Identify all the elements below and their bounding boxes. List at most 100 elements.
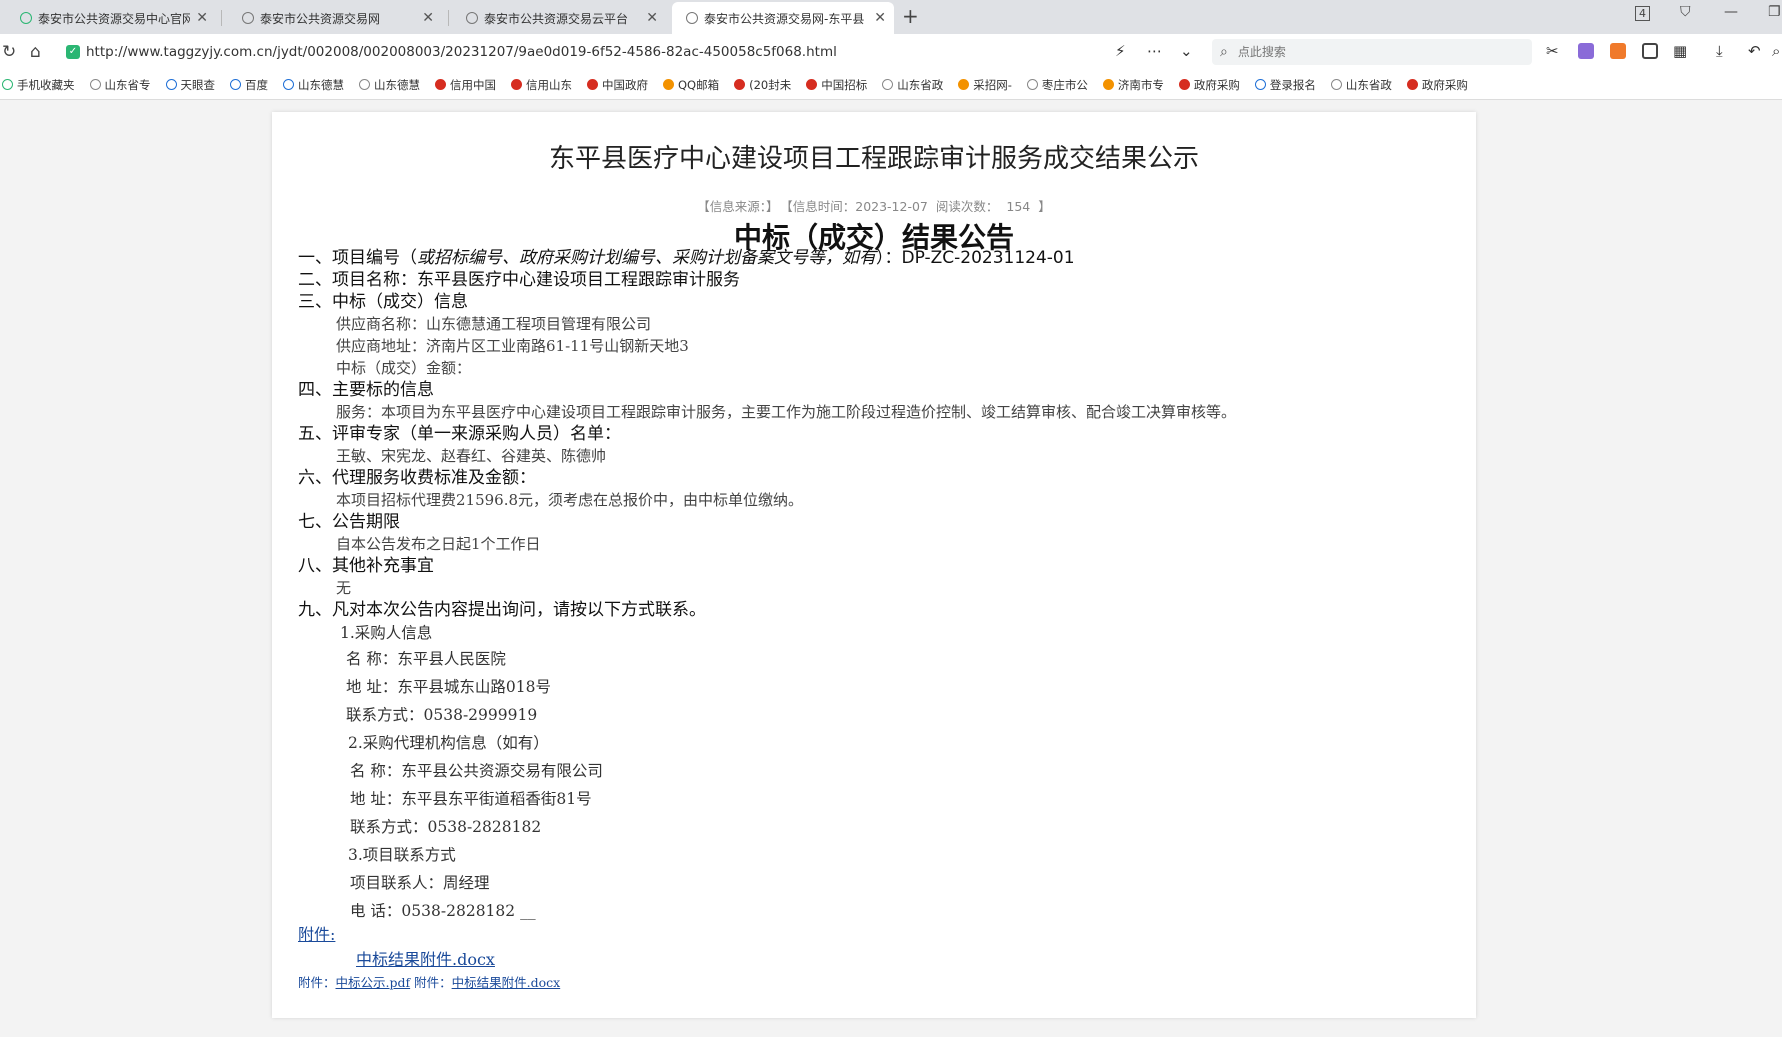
search-box[interactable]: ⌕ [1212, 39, 1532, 65]
attachment-footer-label: 附件： [414, 975, 452, 990]
url-field[interactable]: ✓ http://www.taggzyjy.com.cn/jydt/002008… [66, 39, 1214, 65]
bookmark-item[interactable]: 政府采购 [1406, 77, 1468, 93]
bookmark-item[interactable]: 济南市专 [1102, 77, 1164, 93]
globe-icon [89, 79, 101, 90]
qq-mail-icon [663, 79, 674, 90]
lightning-icon[interactable]: ⚡ [1115, 42, 1126, 60]
toolbar-overflow-icon[interactable]: ⌕ [1772, 42, 1780, 60]
bookmark-label: 中国政府 [602, 77, 648, 92]
bookmark-label: 政府采购 [1421, 77, 1468, 92]
extension-purple-icon[interactable] [1578, 43, 1594, 59]
globe-icon [359, 79, 370, 90]
bookmark-label: 中国招标 [821, 77, 868, 92]
bookmark-item[interactable]: 山东省政 [882, 77, 943, 93]
screen-icon[interactable] [1642, 43, 1658, 59]
purchaser-name: 名 称：东平县人民医院 [346, 650, 506, 668]
attachment-label: 附件: [298, 925, 336, 944]
more-icon[interactable]: ⋯ [1147, 42, 1162, 60]
bookmark-item[interactable]: 登录报名 [1254, 77, 1316, 93]
globe-icon [1330, 79, 1342, 90]
bid-icon [806, 79, 818, 90]
refresh-icon[interactable]: ↻ [2, 42, 16, 62]
login-icon [1254, 79, 1266, 90]
section-contact: 九、凡对本次公告内容提出询问，请按以下方式联系。 [298, 600, 706, 620]
tab-2[interactable]: 泰安市公共资源交易网 ✕ [228, 2, 442, 34]
bookmark-item[interactable]: 政府采购 [1178, 77, 1240, 93]
tab-divider [221, 10, 222, 26]
scissors-icon[interactable]: ✂ [1546, 42, 1559, 60]
bookmark-item[interactable]: 信用中国 [435, 77, 496, 93]
globe-icon [686, 12, 698, 24]
home-icon[interactable]: ⌂ [30, 42, 41, 62]
chevron-down-icon[interactable]: ⌄ [1180, 42, 1193, 60]
article-meta: 【信息来源：】 【信息时间：2023-12-07 阅读次数： 154 】 [272, 196, 1476, 215]
bookmark-item[interactable]: 山东省政 [1330, 77, 1392, 93]
bookmark-item[interactable]: 山东省专 [89, 77, 151, 93]
tab-1[interactable]: 泰安市公共资源交易中心官网_ ✕ [6, 2, 216, 34]
bookmark-label: 山东德慧 [298, 77, 344, 92]
bookmark-item[interactable]: 采招网- [958, 77, 1012, 93]
search-input[interactable] [1235, 44, 1500, 60]
globe-icon [242, 12, 254, 24]
section-other-matters: 八、其他补充事宜 [298, 556, 434, 576]
attachment-footer-label: 附件： [298, 975, 336, 990]
shirt-skin-icon[interactable]: ⛉ [1680, 4, 1691, 20]
section-project-number: 一、项目编号（或招标编号、政府采购计划编号、采购计划备案文号等，如有）：DP-Z… [298, 247, 1458, 269]
bookmark-label: 枣庄市公 [1041, 77, 1088, 92]
meta-end: 】 [1038, 199, 1051, 214]
section-agency-fee: 六、代理服务收费标准及金额： [298, 468, 536, 488]
address-bar: ↻ ⌂ ✓ http://www.taggzyjy.com.cn/jydt/00… [0, 34, 1782, 70]
bookmark-label: 手机收藏夹 [17, 77, 75, 92]
tab-title: 泰安市公共资源交易网-东平县 [704, 11, 865, 26]
agency-name: 名 称：东平县公共资源交易有限公司 [350, 762, 603, 780]
agency-title: 2.采购代理机构信息（如有） [348, 734, 549, 752]
bookmark-item[interactable]: 信用山东 [511, 77, 572, 93]
extension-orange-icon[interactable] [1610, 43, 1626, 59]
bookmark-item[interactable]: 手机收藏夹 [2, 77, 75, 93]
minimize-icon[interactable]: — [1724, 4, 1738, 20]
download-icon[interactable]: ⤓ [1716, 42, 1723, 60]
text: 一、项目编号（ [298, 248, 417, 268]
emblem-icon [587, 79, 598, 90]
close-tab-icon[interactable]: ✕ [874, 10, 886, 26]
emblem-icon [511, 79, 522, 90]
restore-icon[interactable]: ❐ [1768, 4, 1781, 20]
bookmark-item[interactable]: 山东德慧 [283, 77, 344, 93]
expert-names: 王敏、宋宪龙、赵春红、谷建英、陈德帅 [336, 447, 607, 465]
meta-read-count: 154 [1006, 199, 1031, 214]
bookmark-item[interactable]: 中国政府 [587, 77, 648, 93]
close-tab-icon[interactable]: ✕ [422, 10, 434, 26]
announcement-body: 一、项目编号（或招标编号、政府采购计划编号、采购计划备案文号等，如有）：DP-Z… [298, 247, 1458, 993]
bookmark-item[interactable]: 中国招标 [806, 77, 867, 93]
site-favicon-icon [20, 12, 32, 24]
close-tab-icon[interactable]: ✕ [646, 10, 658, 26]
bookmark-label: 政府采购 [1193, 77, 1240, 92]
bookmark-item[interactable]: QQ邮箱 [663, 77, 719, 93]
undo-icon[interactable]: ↶ [1748, 42, 1761, 60]
tab-count-badge[interactable]: 4 [1635, 6, 1650, 21]
tab-3[interactable]: 泰安市公共资源交易云平台 ✕ [452, 2, 666, 34]
apps-grid-icon[interactable]: ▦ [1673, 42, 1687, 60]
bookmark-item[interactable]: 天眼查 [165, 77, 215, 93]
purchaser-address: 地 址：东平县城东山路018号 [346, 678, 552, 696]
attachment-docx-link-2[interactable]: 中标结果附件.docx [452, 975, 561, 990]
bookmark-label: 山东德慧 [374, 77, 420, 92]
bookmark-label: 信用山东 [526, 77, 572, 92]
close-tab-icon[interactable]: ✕ [196, 10, 208, 26]
bookmarks-bar: 手机收藏夹 山东省专 天眼查 百度 山东德慧 山东德慧 信用中国 信用山东 中国… [0, 70, 1782, 100]
attachment-pdf-link[interactable]: 中标公示.pdf [336, 975, 411, 990]
bookmark-label: 采招网- [973, 77, 1012, 92]
emblem-icon [1406, 79, 1418, 90]
page-title: 东平县医疗中心建设项目工程跟踪审计服务成交结果公示 [548, 144, 1199, 174]
text-italic: 或招标编号、政府采购计划编号、采购计划备案文号等，如有 [417, 248, 876, 268]
tab-4-active[interactable]: 泰安市公共资源交易网-东平县 ✕ [672, 2, 894, 34]
bookmark-item[interactable]: 山东德慧 [359, 77, 420, 93]
url-text: http://www.taggzyjy.com.cn/jydt/002008/0… [86, 44, 837, 60]
bookmark-item[interactable]: 枣庄市公 [1026, 77, 1088, 93]
bookmark-item[interactable]: 百度 [230, 77, 268, 93]
attachment-docx-link[interactable]: 中标结果附件.docx [298, 947, 1458, 973]
bookmark-item[interactable]: (20封未 [734, 77, 791, 93]
tab-title: 泰安市公共资源交易云平台 [484, 11, 629, 26]
baidu-paw-icon [230, 79, 241, 90]
new-tab-icon[interactable]: + [902, 4, 919, 28]
